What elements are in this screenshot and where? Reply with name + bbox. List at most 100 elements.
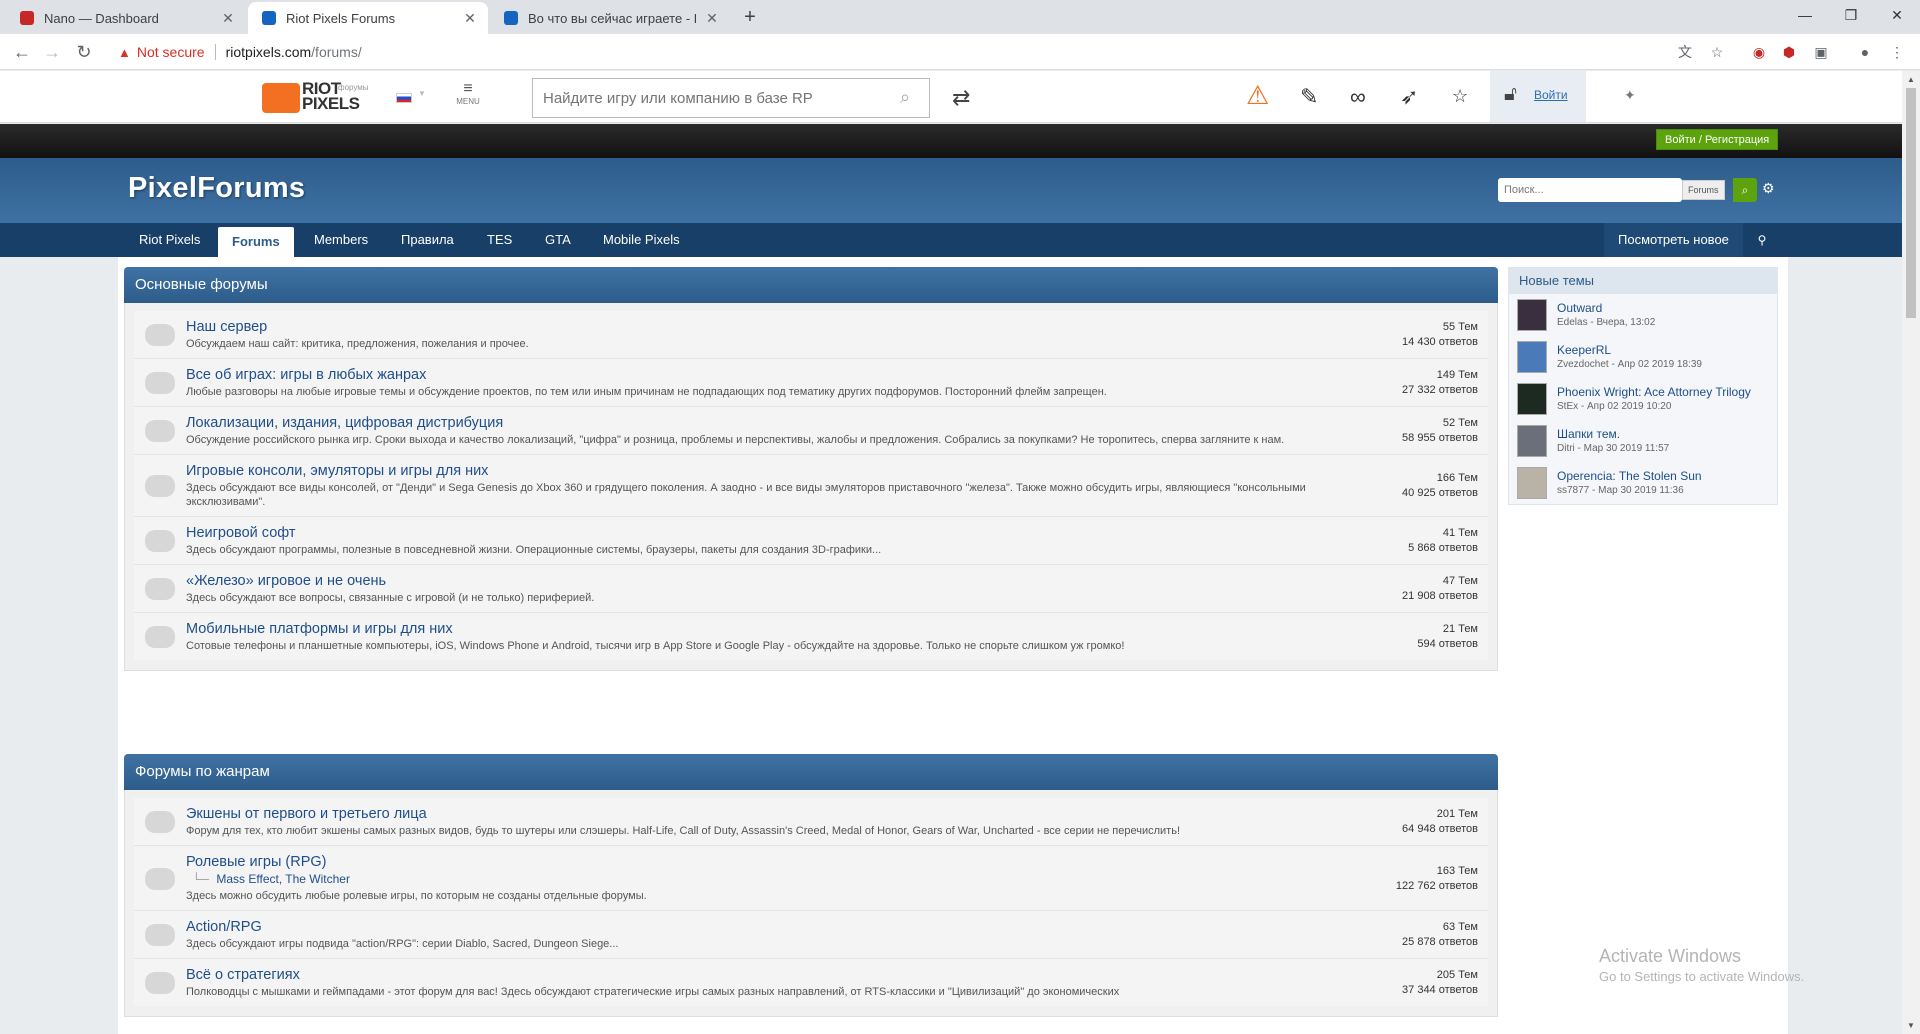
subforum-link-mass-effect[interactable]: Mass Effect, [216,872,282,886]
topic-title-link[interactable]: Operencia: The Stolen Sun [1557,469,1702,484]
binoculars-icon[interactable]: ∞ [1350,84,1366,110]
pin-icon[interactable]: ✦ [1624,87,1636,104]
view-new-content-link[interactable]: Посмотреть новое [1604,223,1743,257]
forum-title-link[interactable]: Всё о стратегиях [186,967,1338,983]
avatar[interactable] [1517,341,1547,373]
forward-arrow-icon[interactable]: → [40,40,64,64]
riot-pixels-logo[interactable]: RIOT PIXELS форумы [262,80,369,115]
sidebar-topic-item[interactable]: Operencia: The Stolen Sun ss7877 - Мар 30… [1509,462,1777,504]
reply-count: 37 344 ответов [1402,984,1478,996]
forum-title-link[interactable]: Action/RPG [186,919,1338,935]
forum-title-link[interactable]: Все об играх: игры в любых жанрах [186,367,1338,383]
forum-search-input[interactable]: Поиск... [1498,178,1682,202]
subforum-link-the-witcher[interactable]: The Witcher [285,872,350,886]
not-secure-label[interactable]: Not secure [137,44,205,60]
avatar[interactable] [1517,299,1547,331]
forum-title-link[interactable]: Наш сервер [186,319,1338,335]
new-topics-sidebar: Новые темы Outward Edelas - Вчера, 13:02 … [1508,267,1778,505]
sidebar-topic-item[interactable]: Outward Edelas - Вчера, 13:02 [1509,294,1777,336]
topic-title-link[interactable]: KeeperRL [1557,343,1702,358]
shuffle-icon[interactable]: ⇄ [952,85,970,111]
nano-extension-icon[interactable]: ◉ [1750,43,1768,61]
back-arrow-icon[interactable]: ← [10,40,34,64]
topic-title-link[interactable]: Phoenix Wright: Ace Attorney Trilogy [1557,385,1751,400]
riot-pixels-header: RIOT PIXELS форумы ▼ ≡ MENU ⌕ ⇄ ⚠ ✎ ∞ ➶ … [0,71,1902,123]
nav-gta[interactable]: GTA [531,223,585,257]
category-title[interactable]: Основные форумы [124,267,1498,303]
forum-title-link[interactable]: Мобильные платформы и игры для них [186,621,1338,637]
scroll-up-arrow-icon[interactable]: ▲ [1902,71,1920,88]
location-pin-icon[interactable]: ⚲ [1750,223,1774,257]
browser-tab-riot-pixels[interactable]: Riot Pixels Forums ✕ [248,2,488,34]
reply-count: 5 868 ответов [1408,542,1478,554]
russian-flag-icon[interactable] [396,93,412,103]
nav-tes[interactable]: TES [473,223,526,257]
browser-tab-forum-thread[interactable]: Во что вы сейчас играете - Все ✕ [490,2,730,34]
minimize-button[interactable]: — [1782,0,1828,30]
nav-forums[interactable]: Forums [218,227,294,257]
forum-title-link[interactable]: Ролевые игры (RPG) [186,854,1338,870]
std-extension-icon[interactable]: ▣ [1812,43,1830,61]
nav-mobile-pixels[interactable]: Mobile Pixels [589,223,694,257]
category-title[interactable]: Форумы по жанрам [124,754,1498,790]
search-scope-tag[interactable]: Forums [1682,180,1725,200]
avatar[interactable] [1517,383,1547,415]
search-button[interactable]: ⌕ [1733,178,1757,202]
menu-label: MENU [456,97,480,106]
search-icon[interactable]: ⌕ [900,87,910,108]
forum-logo-title[interactable]: PixelForums [128,172,305,205]
avatar[interactable] [1517,467,1547,499]
gamepad-icon[interactable]: ✎ [1300,84,1318,110]
close-tab-icon[interactable]: ✕ [704,10,720,27]
shield-extension-icon[interactable]: ⬢ [1780,43,1798,61]
avatar[interactable] [1517,425,1547,457]
tab-title: Во что вы сейчас играете - Все [528,10,696,26]
search-settings-gear-icon[interactable]: ⚙ [1762,180,1775,197]
sidebar-topic-item[interactable]: Шапки тем. Ditri - Мар 30 2019 11:57 [1509,420,1777,462]
topic-title-link[interactable]: Outward [1557,301,1655,316]
scrollbar-thumb[interactable] [1906,88,1916,318]
nav-riot-pixels[interactable]: Riot Pixels [125,223,214,257]
nav-rules[interactable]: Правила [387,223,468,257]
forum-description: Здесь обсуждают игры подвида "action/RPG… [186,938,619,950]
menu-button[interactable]: ≡ MENU [455,81,481,107]
login-button[interactable]: 🔓︎ Войти [1490,71,1586,122]
forum-title-link[interactable]: Локализации, издания, цифровая дистрибуц… [186,415,1338,431]
tab-title: Nano — Dashboard [44,10,159,26]
chevron-down-icon[interactable]: ▼ [418,89,426,98]
login-register-button[interactable]: Войти / Регистрация [1656,129,1779,150]
new-tab-button[interactable]: + [738,6,762,30]
topic-meta: StEx - Апр 02 2019 10:20 [1557,400,1672,412]
sidebar-topic-item[interactable]: KeeperRL Zvezdochet - Апр 02 2019 18:39 [1509,336,1777,378]
more-menu-icon[interactable]: ⋮ [1888,43,1906,61]
forum-nav: Riot Pixels Forums Members Правила TES G… [0,223,1902,257]
forum-title-link[interactable]: Игровые консоли, эмуляторы и игры для ни… [186,463,1338,479]
reply-count: 58 955 ответов [1402,432,1478,444]
translate-icon[interactable]: 文 [1676,43,1694,61]
reload-icon[interactable]: ↻ [72,40,96,64]
reply-count: 40 925 ответов [1402,487,1478,499]
login-label: Войти [1534,88,1568,102]
scroll-down-arrow-icon[interactable]: ▼ [1902,1017,1920,1034]
forum-title-link[interactable]: «Железо» игровое и не очень [186,573,1338,589]
profile-avatar-icon[interactable]: ● [1856,43,1874,61]
topic-title-link[interactable]: Шапки тем. [1557,427,1669,442]
favorites-star-icon[interactable]: ☆ [1452,86,1468,107]
nav-members[interactable]: Members [300,223,382,257]
close-window-button[interactable]: ✕ [1874,0,1920,30]
bookmark-star-icon[interactable]: ☆ [1708,43,1726,61]
restore-button[interactable]: ❐ [1828,0,1874,30]
subforum-list: └─ Mass Effect, The Witcher [192,872,1338,886]
rocket-icon[interactable]: ➶ [1400,84,1418,110]
watermark-title: Activate Windows [1599,946,1742,966]
address-bar[interactable]: ▲ Not secure riotpixels.com/forums/ [108,38,1708,66]
forum-title-link[interactable]: Экшены от первого и третьего лица [186,806,1338,822]
browser-tab-nano[interactable]: Nano — Dashboard ✕ [6,2,246,34]
warning-triangle-icon[interactable]: ⚠ [1246,80,1269,111]
sidebar-topic-item[interactable]: Phoenix Wright: Ace Attorney Trilogy StEx… [1509,378,1777,420]
close-tab-icon[interactable]: ✕ [462,10,478,27]
forum-title-link[interactable]: Неигровой софт [186,525,1338,541]
close-tab-icon[interactable]: ✕ [220,10,236,27]
reply-count: 64 948 ответов [1402,823,1478,835]
game-search-input[interactable] [532,78,930,118]
